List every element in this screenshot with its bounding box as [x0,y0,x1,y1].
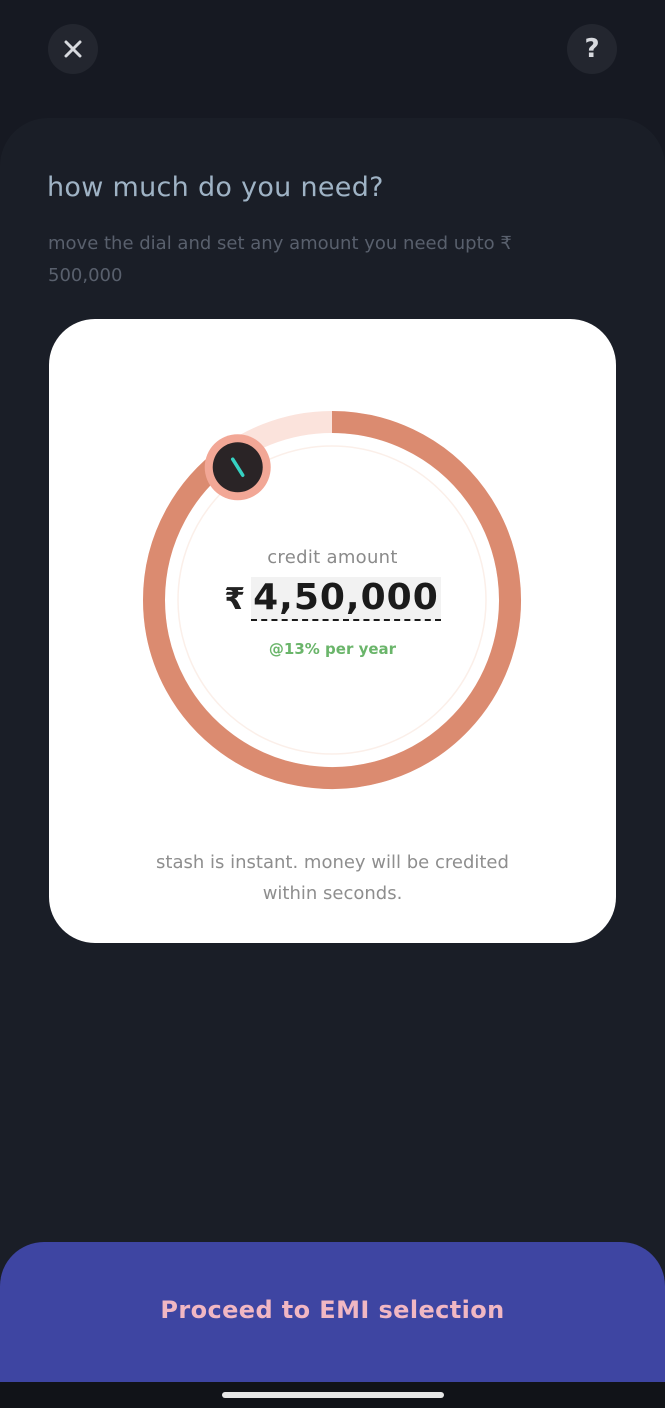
help-icon: ? [584,34,600,64]
amount-card: credit amount ₹ 4,50,000 @13% per year s… [49,319,616,943]
amount-row: ₹ 4,50,000 [49,577,616,621]
dial-knob [204,434,271,501]
screen: ? how much do you need? move the dial an… [0,0,665,1408]
home-indicator[interactable] [222,1392,444,1398]
proceed-label: Proceed to EMI selection [160,1296,505,1324]
page-title: how much do you need? [47,172,384,203]
help-button[interactable]: ? [567,24,617,74]
interest-rate: @13% per year [268,640,397,658]
system-bar [0,1382,665,1408]
close-button[interactable] [48,24,98,74]
instant-credit-note: stash is instant. money will be credited… [156,852,509,904]
credit-amount-label: credit amount [267,547,398,568]
proceed-button[interactable]: Proceed to EMI selection [0,1242,665,1382]
close-icon [64,40,82,58]
top-bar: ? [0,0,665,110]
currency-symbol: ₹ [224,582,246,617]
amount-value[interactable]: 4,50,000 [251,577,441,621]
page-subtitle: move the dial and set any amount you nee… [48,233,512,286]
